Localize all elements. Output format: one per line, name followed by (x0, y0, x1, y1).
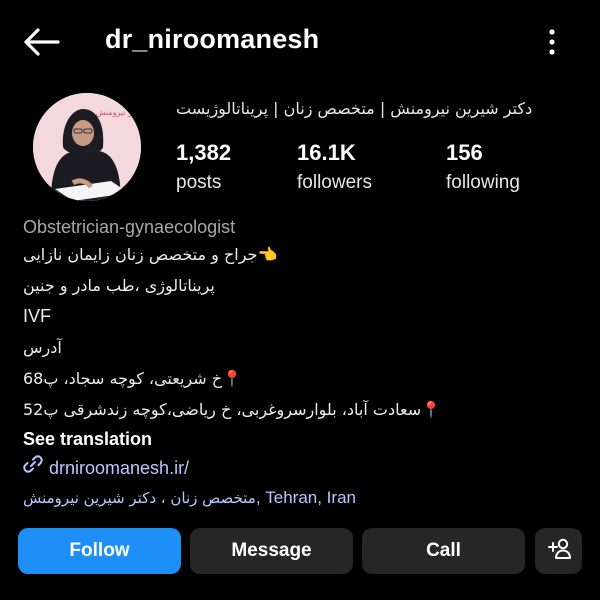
bio-line-text: 📍سعادت آباد، بلوارسروغربی، خ ریاضی،کوچه … (23, 400, 442, 419)
followers-label: followers (297, 172, 372, 193)
stat-following[interactable]: 156 following (446, 140, 520, 194)
bio-line-address-1: 📍خ شریعتی، کوچه سجاد، پ68 (23, 363, 583, 394)
bio-line-text: پریناتالوژی ،طب مادر و جنین (23, 276, 215, 295)
location-fa-text: متخصص زنان ، دکتر شیرین نیرومنش (23, 489, 256, 507)
avatar[interactable]: دکتر نیرومنش (33, 93, 141, 201)
call-button[interactable]: Call (362, 528, 525, 574)
see-translation-link[interactable]: See translation (23, 425, 583, 453)
bio-line-text: 📍خ شریعتی، کوچه سجاد، پ68 (23, 369, 242, 388)
website-link[interactable]: drniroomanesh.ir/ (23, 453, 583, 483)
followers-count: 16.1K (297, 140, 356, 165)
add-user-icon (546, 536, 572, 566)
bio-line-address-label: آدرس (23, 332, 583, 363)
bio-line-address-2: 📍سعادت آباد، بلوارسروغربی، خ ریاضی،کوچه … (23, 394, 583, 425)
bio-line-specialty: 👈جراح و متخصص زنان زایمان نازایی (23, 239, 583, 270)
following-label: following (446, 172, 520, 193)
posts-label: posts (176, 172, 222, 193)
profile-category: Obstetrician-gynaecologist (23, 217, 236, 237)
profile-location[interactable]: متخصص زنان ، دکتر شیرین نیرومنش, Tehran,… (23, 483, 583, 513)
follow-button[interactable]: Follow (18, 528, 181, 574)
back-arrow-icon[interactable] (22, 26, 60, 58)
link-icon (23, 453, 43, 483)
message-button[interactable]: Message (190, 528, 353, 574)
top-bar: dr_niroomanesh (0, 0, 600, 84)
bio-line-text: 👈جراح و متخصص زنان زایمان نازایی (23, 245, 278, 264)
profile-username: dr_niroomanesh (105, 24, 320, 54)
full-name-text: دکتر شیرین نیرومنش | متخصص زنان | پرینات… (176, 99, 533, 118)
profile-bio: Obstetrician-gynaecologist 👈جراح و متخصص… (23, 215, 583, 513)
following-count: 156 (446, 140, 483, 165)
stat-followers[interactable]: 16.1K followers (297, 140, 372, 194)
website-url: drniroomanesh.ir/ (49, 458, 190, 478)
avatar-logo-text: دکتر نیرومنش (96, 108, 141, 117)
profile-full-name: دکتر شیرین نیرومنش | متخصص زنان | پرینات… (176, 99, 578, 118)
stat-posts[interactable]: 1,382 posts (176, 140, 231, 194)
bio-line-ivf: IVF (23, 306, 52, 326)
location-en-text: , Tehran, Iran (255, 488, 356, 507)
bio-line-text: آدرس (23, 338, 62, 357)
bio-line-perinatology: پریناتالوژی ،طب مادر و جنین (23, 270, 583, 301)
more-options-icon[interactable] (540, 26, 564, 58)
add-user-button[interactable] (535, 528, 582, 574)
posts-count: 1,382 (176, 140, 232, 165)
